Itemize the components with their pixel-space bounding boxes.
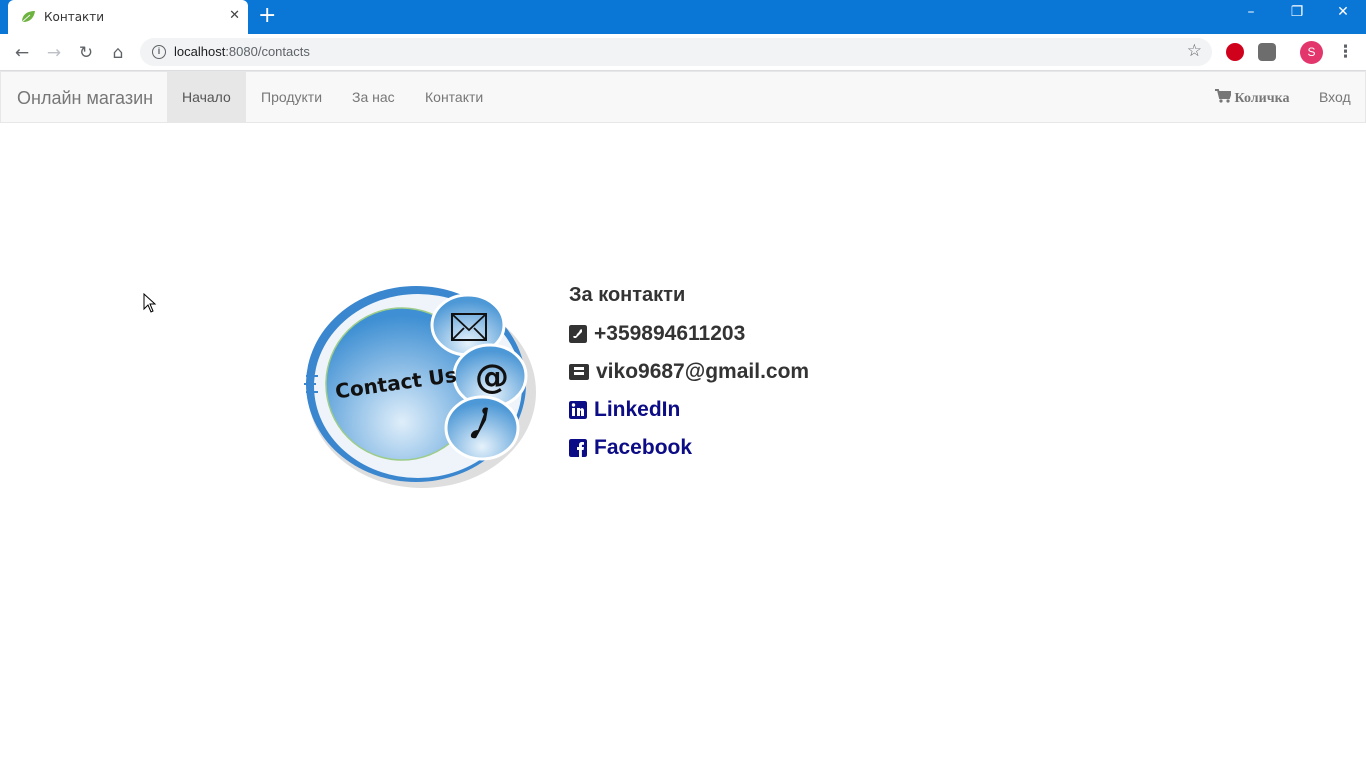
browser-titlebar: Контакти ✕ + – ❐ ✕ <box>0 0 1366 34</box>
new-tab-icon[interactable]: + <box>258 5 276 27</box>
reload-icon[interactable]: ↻ <box>75 42 97 64</box>
browser-toolbar: ← → ↻ ⌂ i localhost:8080/contacts ☆ S ⋮ <box>0 34 1366 71</box>
phone-row: +359894611203 <box>569 322 745 346</box>
profile-avatar[interactable]: S <box>1300 41 1323 64</box>
minimize-icon[interactable]: – <box>1239 4 1263 20</box>
restore-icon[interactable]: ❐ <box>1285 4 1309 20</box>
leaf-icon <box>21 11 35 23</box>
nav-item-about[interactable]: За нас <box>337 72 410 122</box>
email-address: viko9687@gmail.com <box>596 360 810 383</box>
url-host: localhost <box>174 44 226 59</box>
adblock-extension-icon[interactable] <box>1226 43 1244 61</box>
facebook-extension-icon[interactable] <box>1258 43 1276 61</box>
info-icon[interactable]: i <box>152 45 166 59</box>
linkedin-link[interactable]: LinkedIn <box>569 398 680 422</box>
mouse-cursor-icon <box>143 293 157 313</box>
nav-item-home[interactable]: Начало <box>167 72 246 122</box>
svg-text:@: @ <box>475 357 509 397</box>
phone-icon <box>569 325 587 343</box>
linkedin-icon <box>569 401 587 419</box>
linkedin-label: LinkedIn <box>594 398 681 421</box>
cart-label: Количка <box>1234 91 1290 106</box>
cart-icon <box>1215 89 1233 103</box>
browser-tab[interactable]: Контакти ✕ <box>8 0 248 34</box>
close-tab-icon[interactable]: ✕ <box>229 8 240 24</box>
browser-menu-icon[interactable]: ⋮ <box>1337 42 1354 62</box>
url-text: localhost:8080/contacts <box>174 44 310 59</box>
facebook-icon <box>569 439 587 457</box>
back-icon[interactable]: ← <box>11 42 33 64</box>
address-bar[interactable]: i localhost:8080/contacts ☆ <box>140 38 1212 66</box>
facebook-link[interactable]: Facebook <box>569 436 692 460</box>
contacts-heading: За контакти <box>569 284 686 306</box>
close-window-icon[interactable]: ✕ <box>1331 4 1355 20</box>
url-path: :8080/contacts <box>225 44 310 59</box>
forward-icon[interactable]: → <box>43 42 65 64</box>
envelope-icon <box>569 364 589 380</box>
tab-title: Контакти <box>44 10 105 24</box>
bookmark-star-icon[interactable]: ☆ <box>1187 41 1202 61</box>
nav-item-products[interactable]: Продукти <box>246 72 337 122</box>
phone-number: +359894611203 <box>594 322 746 345</box>
site-navbar: Онлайн магазин Начало Продукти За нас Ко… <box>0 71 1366 123</box>
contact-us-image: @ Contact Us <box>304 286 536 488</box>
cart-link[interactable]: Количка <box>1215 89 1289 107</box>
brand-link[interactable]: Онлайн магазин <box>17 88 153 109</box>
login-link[interactable]: Вход <box>1319 89 1351 105</box>
facebook-label: Facebook <box>594 436 693 459</box>
home-icon[interactable]: ⌂ <box>107 42 129 64</box>
nav-item-contacts[interactable]: Контакти <box>410 72 498 122</box>
email-row: viko9687@gmail.com <box>569 360 809 384</box>
